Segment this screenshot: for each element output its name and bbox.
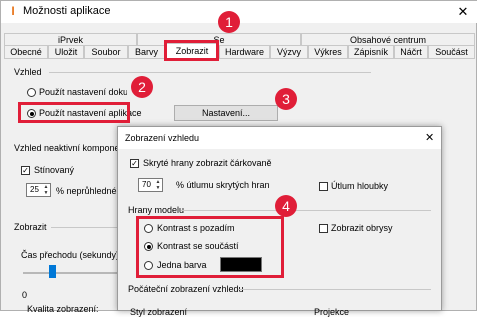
settings-button[interactable]: Nastavení...	[174, 105, 278, 121]
app-icon: I	[11, 4, 15, 18]
dialog-title-bar: Zobrazení vzhledu ✕	[118, 127, 441, 149]
transition-slider-track[interactable]	[23, 272, 118, 274]
spin-arrows-icon[interactable]: ▲ ▼	[155, 179, 161, 191]
tab-sketch[interactable]: Náčrt	[394, 45, 428, 58]
window-title: Možnosti aplikace	[23, 5, 111, 17]
checkmark-icon: ✓	[131, 159, 138, 168]
callout-highlight-edges	[136, 216, 284, 278]
slider-min-label: 0	[22, 290, 28, 300]
dimming-stepper[interactable]: 70 ▲ ▼	[138, 178, 163, 192]
callout-badge-1: 1	[218, 11, 240, 33]
tab-part[interactable]: Součást	[428, 45, 475, 58]
shaded-label: Stínovaný	[34, 165, 75, 175]
tab-hardware[interactable]: Hardware	[219, 45, 270, 58]
depth-dimming-label: Útlum hloubky	[331, 181, 389, 191]
tab-general[interactable]: Obecné	[4, 45, 48, 58]
quality-label: Kvalita zobrazení:	[27, 304, 99, 314]
dashed-hidden-label: Skryté hrany zobrazit čárkovaně	[143, 158, 272, 168]
show-outlines-label: Zobrazit obrysy	[331, 223, 393, 233]
divider	[181, 210, 431, 211]
tab-notebook[interactable]: Zápisník	[348, 45, 394, 58]
show-outlines-checkbox[interactable]	[319, 224, 328, 233]
close-icon[interactable]: ✕	[425, 131, 434, 144]
opacity-stepper[interactable]: 25 ▲ ▼	[26, 183, 51, 197]
divider	[49, 72, 371, 73]
projection-label: Projekce	[314, 307, 350, 317]
display-section-label: Zobrazit	[14, 222, 47, 232]
callout-highlight-radio	[18, 102, 130, 123]
shaded-checkbox[interactable]: ✓	[21, 166, 30, 175]
appearance-section-label: Vzhled	[14, 67, 42, 77]
transition-slider-thumb[interactable]	[48, 265, 56, 278]
callout-badge-4: 4	[275, 195, 297, 217]
transition-label: Čas přechodu (sekundy)	[21, 250, 120, 260]
radio-document-settings[interactable]	[27, 88, 36, 97]
display-style-label: Styl zobrazení	[130, 307, 188, 317]
callout-badge-2: 2	[131, 76, 153, 98]
close-icon[interactable]: ✕	[453, 3, 473, 21]
tab-save[interactable]: Uložit	[48, 45, 84, 58]
radio-document-label: Použít nastavení dokume	[39, 87, 127, 97]
callout-badge-3: 3	[275, 88, 297, 110]
spin-arrows-icon[interactable]: ▲ ▼	[43, 184, 49, 196]
tab-drawing[interactable]: Výkres	[308, 45, 348, 58]
depth-dimming-checkbox[interactable]	[319, 182, 328, 191]
initial-appearance-section-label: Počáteční zobrazení vzhledu	[128, 284, 244, 294]
tab-strip-line	[4, 58, 475, 59]
opacity-value: 25	[30, 185, 39, 194]
divider	[51, 227, 117, 228]
inactive-section-label: Vzhled neaktivní komponenty	[14, 143, 132, 153]
dimming-value: 70	[142, 180, 151, 189]
callout-highlight-tab	[164, 40, 219, 61]
tab-prompts[interactable]: Výzvy	[270, 45, 308, 58]
dialog-title: Zobrazení vzhledu	[125, 133, 200, 143]
tab-file[interactable]: Soubor	[84, 45, 128, 58]
tab-colors[interactable]: Barvy	[128, 45, 165, 58]
opacity-label: % neprůhledné	[56, 186, 117, 196]
edges-section-label: Hrany modelu	[128, 205, 185, 215]
divider	[238, 289, 431, 290]
dashed-hidden-checkbox[interactable]: ✓	[130, 159, 139, 168]
dimming-label: % útlumu skrytých hran	[176, 180, 270, 190]
checkmark-icon: ✓	[22, 166, 29, 175]
